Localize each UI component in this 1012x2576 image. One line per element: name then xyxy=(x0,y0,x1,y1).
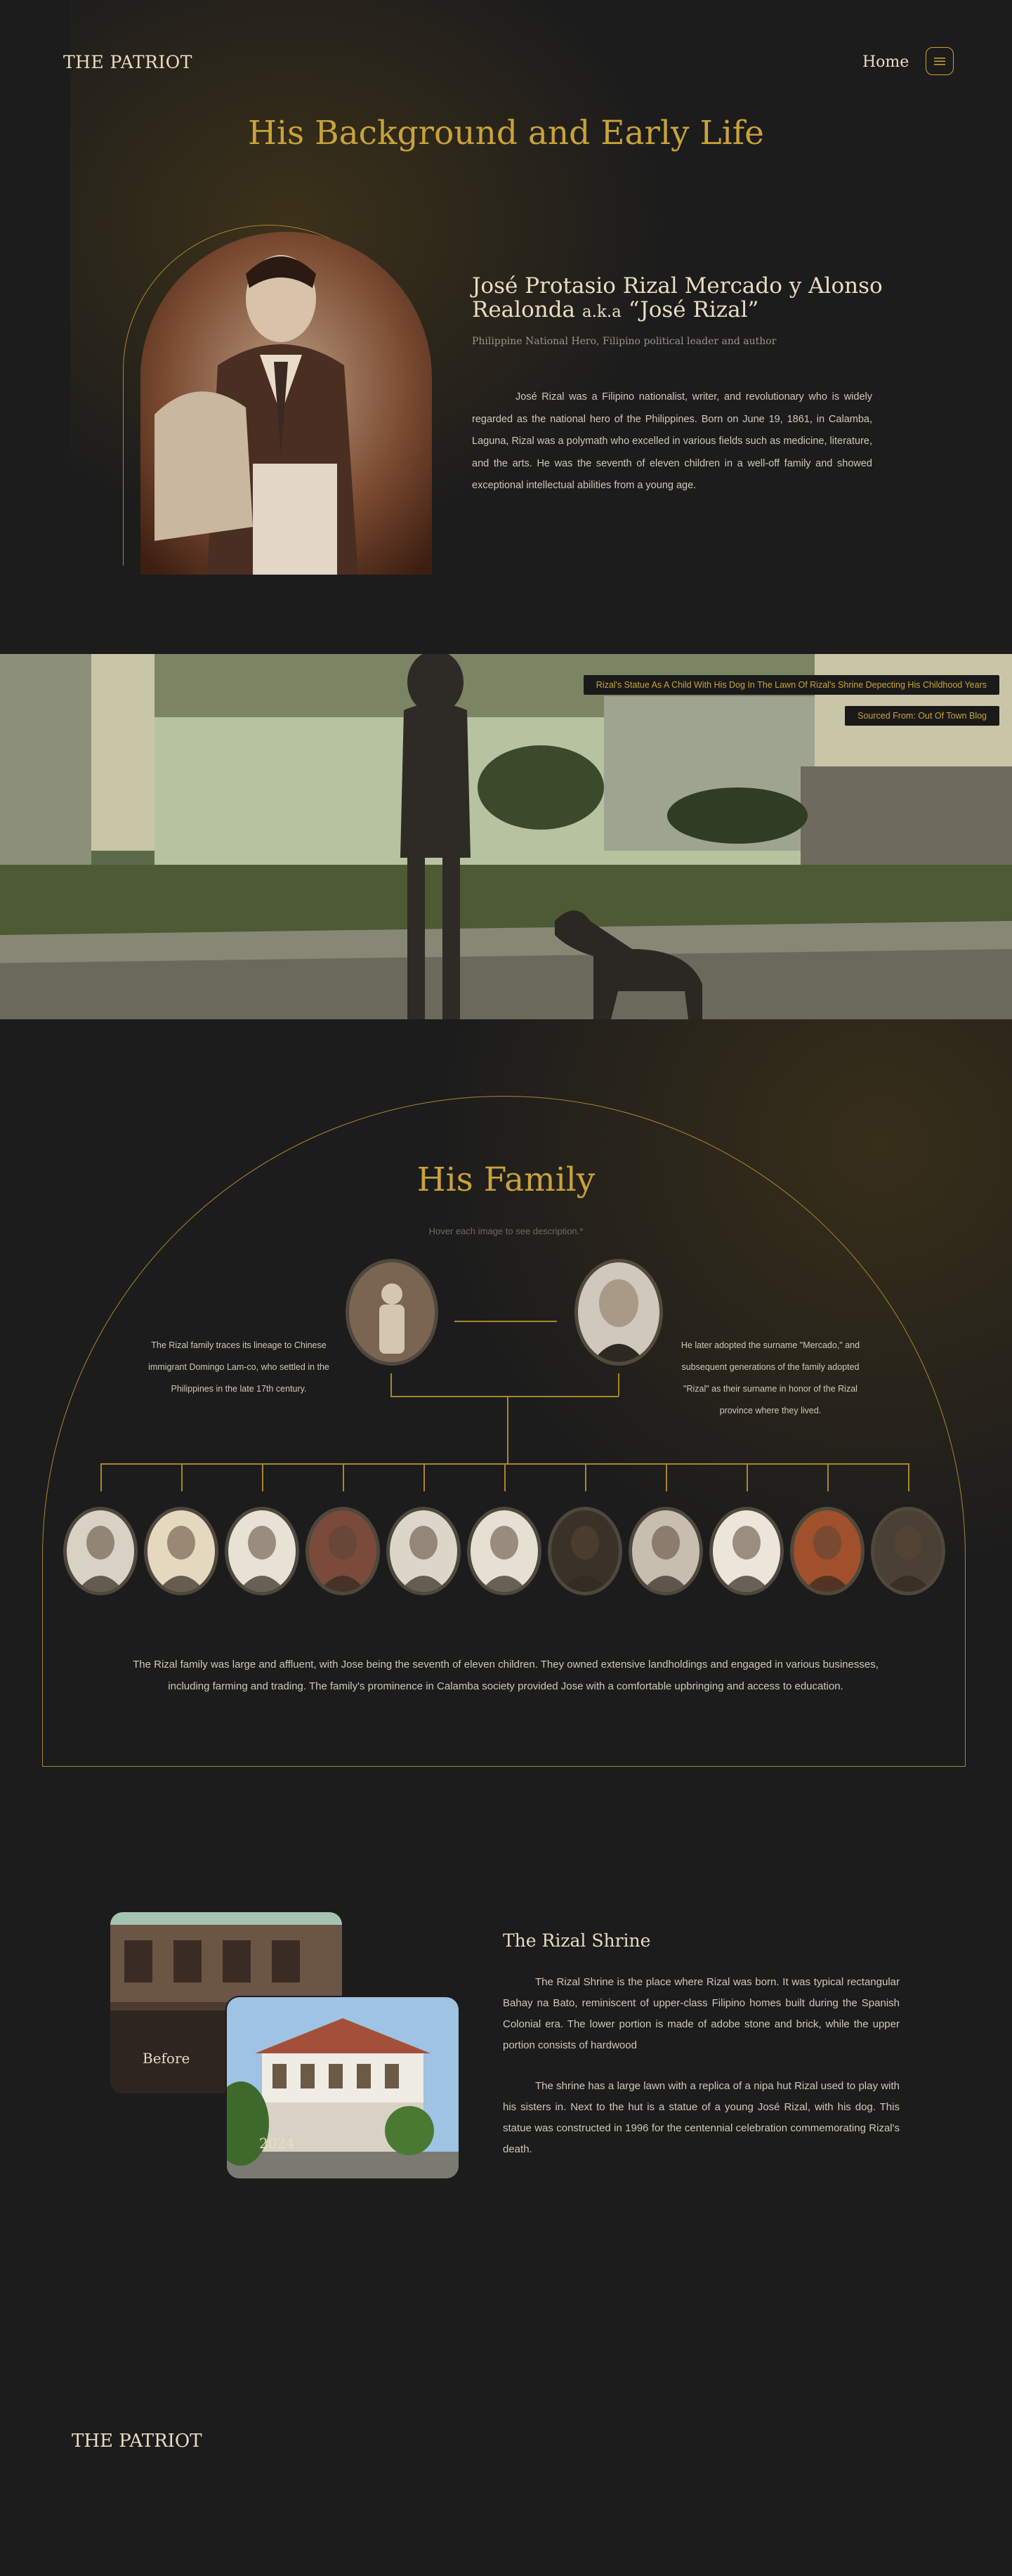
statue-banner-image: Rizal's Statue As A Child With His Dog I… xyxy=(0,654,1012,1019)
child-connector-line xyxy=(747,1463,748,1491)
bio-full-name: José Protasio Rizal Mercado y Alonso Rea… xyxy=(472,274,893,324)
section-title-background: His Background and Early Life xyxy=(248,114,764,152)
child-portrait[interactable] xyxy=(309,1510,376,1592)
menu-button[interactable] xyxy=(926,47,954,75)
ancestor-portrait-domingo[interactable] xyxy=(349,1262,435,1362)
connector-line xyxy=(390,1373,392,1396)
connector-line xyxy=(618,1373,619,1396)
child-connector-line xyxy=(262,1463,263,1491)
connector-line xyxy=(390,1396,619,1397)
child-portrait[interactable] xyxy=(874,1510,942,1592)
child-portrait[interactable] xyxy=(551,1510,619,1592)
child-portrait[interactable] xyxy=(632,1510,699,1592)
bio-role: Philippine National Hero, Filipino polit… xyxy=(472,336,777,347)
child-connector-line xyxy=(100,1463,102,1491)
child-connector-line xyxy=(423,1463,425,1491)
banner-caption: Rizal's Statue As A Child With His Dog I… xyxy=(583,675,999,695)
child-connector-line xyxy=(585,1463,586,1491)
child-connector-line xyxy=(504,1463,506,1491)
section-title-family: His Family xyxy=(416,1160,596,1199)
family-summary: The Rizal family was large and affluent,… xyxy=(133,1659,879,1692)
shrine-title: The Rizal Shrine xyxy=(503,1930,651,1951)
shrine-paragraph-1: The Rizal Shrine is the place where Riza… xyxy=(503,1976,900,2051)
shrine-paragraph-2: The shrine has a large lawn with a repli… xyxy=(503,2080,900,2155)
child-portrait[interactable] xyxy=(390,1510,457,1592)
footer-logo[interactable]: THE PATRIOT xyxy=(72,2431,202,2452)
family-lineage-text: The Rizal family traces its lineage to C… xyxy=(148,1340,329,1394)
hover-hint: Hover each image to see description.* xyxy=(428,1226,584,1236)
bio-aka: a.k.a xyxy=(581,303,622,321)
family-surname-text: He later adopted the surname "Mercado," … xyxy=(681,1340,860,1416)
child-connector-line xyxy=(666,1463,667,1491)
menu-icon xyxy=(934,58,945,65)
banner-source: Sourced From: Out Of Town Blog xyxy=(845,706,999,726)
year-label: 2024 xyxy=(259,2135,295,2152)
child-portrait[interactable] xyxy=(471,1510,538,1592)
child-portrait[interactable] xyxy=(228,1510,296,1592)
connector-line xyxy=(507,1396,508,1463)
ancestor-portrait-mercado[interactable] xyxy=(578,1262,659,1362)
before-label: Before xyxy=(143,2050,190,2067)
shrine-2024-image: 2024 xyxy=(227,1997,459,2178)
bio-nickname: “José Rizal” xyxy=(628,297,759,322)
child-connector-line xyxy=(908,1463,909,1491)
child-portrait[interactable] xyxy=(67,1510,134,1592)
child-connector-line xyxy=(343,1463,344,1491)
rizal-child-portrait xyxy=(140,232,432,575)
site-logo[interactable]: THE PATRIOT xyxy=(63,52,192,72)
child-portrait[interactable] xyxy=(713,1510,780,1592)
connector-line xyxy=(454,1321,557,1322)
child-portrait[interactable] xyxy=(147,1510,215,1592)
child-portrait[interactable] xyxy=(794,1510,861,1592)
child-connector-line xyxy=(827,1463,829,1491)
bio-paragraph: José Rizal was a Filipino nationalist, w… xyxy=(472,391,872,491)
child-connector-line xyxy=(181,1463,183,1491)
nav-home-link[interactable]: Home xyxy=(862,53,909,71)
